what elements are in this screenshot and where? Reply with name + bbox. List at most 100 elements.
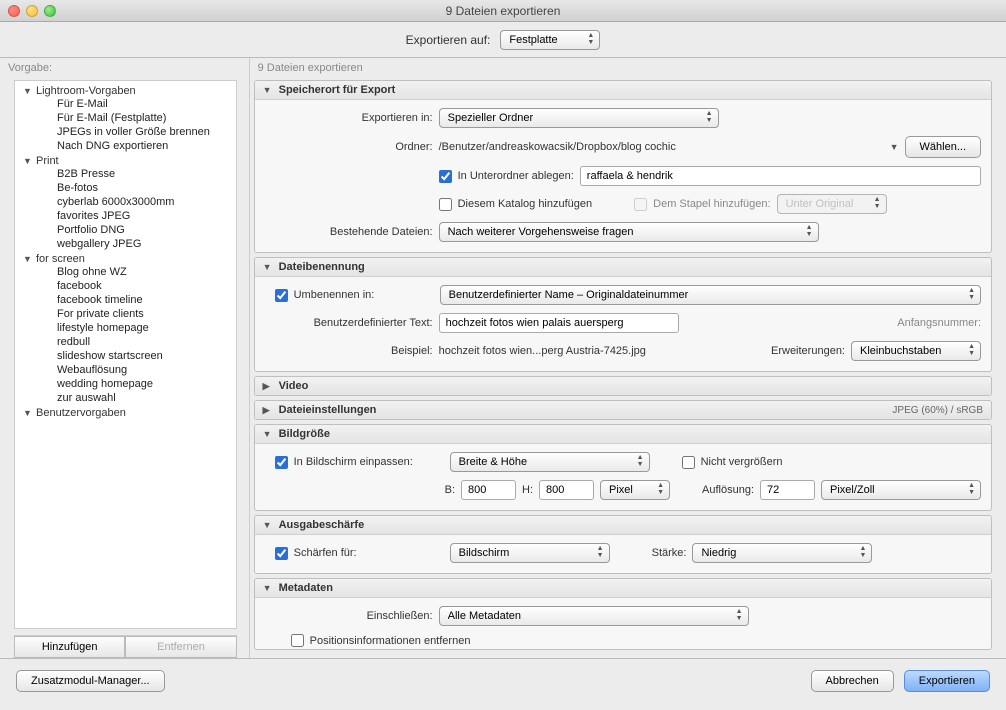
resolution-label: Auflösung: xyxy=(702,484,754,496)
preset-item[interactable]: zur auswahl xyxy=(23,391,236,405)
disclosure-icon: ▶ xyxy=(263,381,273,392)
preset-item[interactable]: webgallery JPEG xyxy=(23,237,236,251)
preset-item[interactable]: facebook xyxy=(23,279,236,293)
footer: Zusatzmodul-Manager... Abbrechen Exporti… xyxy=(0,658,1006,702)
filesettings-summary: JPEG (60%) / sRGB xyxy=(892,405,983,416)
sharpen-for-label: Schärfen für: xyxy=(294,547,444,559)
preset-item[interactable]: lifestyle homepage xyxy=(23,321,236,335)
preset-list[interactable]: ▼Lightroom-VorgabenFür E-MailFür E-Mail … xyxy=(14,80,237,629)
ext-case-select[interactable]: Kleinbuchstaben xyxy=(851,341,981,361)
height-input[interactable] xyxy=(539,480,594,500)
resolution-input[interactable] xyxy=(760,480,815,500)
preset-group[interactable]: ▼Lightroom-Vorgaben xyxy=(23,85,236,97)
panel-title: Dateieinstellungen xyxy=(279,404,377,416)
panel-filesettings: ▶ Dateieinstellungen JPEG (60%) / sRGB xyxy=(254,400,992,420)
disclosure-icon: ▼ xyxy=(263,85,273,95)
preset-item[interactable]: Blog ohne WZ xyxy=(23,265,236,279)
preset-group[interactable]: ▼Print xyxy=(23,155,236,167)
ext-label: Erweiterungen: xyxy=(771,345,845,357)
preset-item[interactable]: Be-fotos xyxy=(23,181,236,195)
panel-location: ▼ Speicherort für Export Exportieren in:… xyxy=(254,80,992,253)
export-to-label: Exportieren auf: xyxy=(406,33,491,47)
panel-title: Speicherort für Export xyxy=(279,84,396,96)
zoom-icon[interactable] xyxy=(44,5,56,17)
choose-folder-button[interactable]: Wählen... xyxy=(905,136,981,158)
preset-item[interactable]: B2B Presse xyxy=(23,167,236,181)
panel-video: ▶ Video xyxy=(254,376,992,396)
close-icon[interactable] xyxy=(8,5,20,17)
disclosure-icon: ▼ xyxy=(263,520,273,530)
resolution-unit-select[interactable]: Pixel/Zoll xyxy=(821,480,981,500)
fit-mode-select[interactable]: Breite & Höhe xyxy=(450,452,650,472)
startnum-label: Anfangsnummer: xyxy=(897,317,981,329)
window-title: 9 Dateien exportieren xyxy=(446,4,561,18)
height-label: H: xyxy=(522,484,533,496)
cancel-button[interactable]: Abbrechen xyxy=(811,670,894,692)
sharpen-checkbox[interactable] xyxy=(275,547,288,560)
no-enlarge-checkbox[interactable] xyxy=(682,456,695,469)
preset-group[interactable]: ▼Benutzervorgaben xyxy=(23,407,236,419)
preset-item[interactable]: Für E-Mail (Festplatte) xyxy=(23,111,236,125)
panel-metadata: ▼ Metadaten Einschließen: Alle Metadaten… xyxy=(254,578,992,650)
example-label: Beispiel: xyxy=(265,345,433,357)
preset-item[interactable]: JPEGs in voller Größe brennen xyxy=(23,125,236,139)
no-enlarge-label: Nicht vergrößern xyxy=(701,456,783,468)
rename-checkbox[interactable] xyxy=(275,289,288,302)
stack-position-select: Unter Original xyxy=(777,194,887,214)
titlebar: 9 Dateien exportieren xyxy=(0,0,1006,22)
add-stack-label: Dem Stapel hinzufügen: xyxy=(653,198,770,210)
preset-group-label: Lightroom-Vorgaben xyxy=(36,85,136,97)
minimize-icon[interactable] xyxy=(26,5,38,17)
export-to-select[interactable]: Festplatte xyxy=(500,30,600,50)
metadata-include-select[interactable]: Alle Metadaten xyxy=(439,606,749,626)
fit-checkbox[interactable] xyxy=(275,456,288,469)
preset-group[interactable]: ▼for screen xyxy=(23,253,236,265)
export-destination-row: Exportieren auf: Festplatte ▲▼ xyxy=(0,22,1006,58)
preset-item[interactable]: Für E-Mail xyxy=(23,97,236,111)
preset-group-label: for screen xyxy=(36,253,85,265)
disclosure-icon: ▼ xyxy=(263,429,273,439)
panel-sharpen: ▼ Ausgabeschärfe Schärfen für: Bildschir… xyxy=(254,515,992,574)
add-preset-button[interactable]: Hinzufügen xyxy=(14,636,125,658)
custom-text-input[interactable] xyxy=(439,313,679,333)
export-button[interactable]: Exportieren xyxy=(904,670,990,692)
preset-item[interactable]: For private clients xyxy=(23,307,236,321)
remove-geo-label: Positionsinformationen entfernen xyxy=(310,635,471,647)
preset-item[interactable]: Webauflösung xyxy=(23,363,236,377)
rename-template-select[interactable]: Benutzerdefinierter Name – Originaldatei… xyxy=(440,285,981,305)
preset-group-label: Benutzervorgaben xyxy=(36,407,126,419)
remove-geo-checkbox[interactable] xyxy=(291,634,304,647)
preset-item[interactable]: Portfolio DNG xyxy=(23,223,236,237)
preset-item[interactable]: favorites JPEG xyxy=(23,209,236,223)
folder-label: Ordner: xyxy=(265,141,433,153)
preset-item[interactable]: facebook timeline xyxy=(23,293,236,307)
panel-sizing: ▼ Bildgröße In Bildschirm einpassen: Bre… xyxy=(254,424,992,511)
width-label: B: xyxy=(445,484,455,496)
plugin-manager-button[interactable]: Zusatzmodul-Manager... xyxy=(16,670,165,692)
folder-disclosure-icon[interactable]: ▼ xyxy=(890,142,899,152)
rename-label: Umbenennen in: xyxy=(294,289,434,301)
existing-files-select[interactable]: Nach weiterer Vorgehensweise fragen xyxy=(439,222,819,242)
panel-title: Bildgröße xyxy=(279,428,330,440)
preset-item[interactable]: redbull xyxy=(23,335,236,349)
subfolder-checkbox[interactable] xyxy=(439,170,452,183)
preset-item[interactable]: Nach DNG exportieren xyxy=(23,139,236,153)
add-catalog-checkbox[interactable] xyxy=(439,198,452,211)
chevron-down-icon: ▼ xyxy=(23,156,33,166)
preset-item[interactable]: wedding homepage xyxy=(23,377,236,391)
sharpen-for-select[interactable]: Bildschirm xyxy=(450,543,610,563)
panel-title: Dateibenennung xyxy=(279,261,365,273)
add-catalog-label: Diesem Katalog hinzufügen xyxy=(458,198,593,210)
folder-path: /Benutzer/andreaskowacsik/Dropbox/blog c… xyxy=(439,141,884,153)
sharpen-amount-label: Stärke: xyxy=(652,547,687,559)
exportin-select[interactable]: Spezieller Ordner xyxy=(439,108,719,128)
subfolder-input[interactable] xyxy=(580,166,981,186)
disclosure-icon: ▶ xyxy=(263,405,273,416)
width-input[interactable] xyxy=(461,480,516,500)
preset-item[interactable]: slideshow startscreen xyxy=(23,349,236,363)
existing-label: Bestehende Dateien: xyxy=(265,226,433,238)
sharpen-amount-select[interactable]: Niedrig xyxy=(692,543,872,563)
exportin-label: Exportieren in: xyxy=(265,112,433,124)
size-unit-select[interactable]: Pixel xyxy=(600,480,670,500)
preset-item[interactable]: cyberlab 6000x3000mm xyxy=(23,195,236,209)
